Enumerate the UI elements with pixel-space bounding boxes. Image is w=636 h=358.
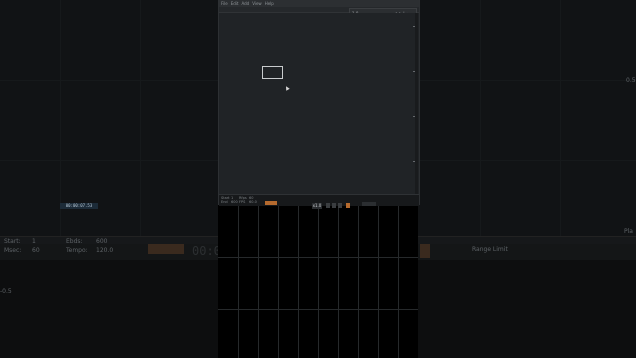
timecode-display[interactable]: 00:00:07.53 (60, 203, 98, 209)
bg-info-value: 60 (32, 247, 40, 254)
ruler-tick (413, 116, 415, 117)
background-grid-line (560, 0, 561, 236)
vertical-scrollbar[interactable] (413, 13, 418, 194)
step-forward-button[interactable] (338, 203, 342, 208)
app-window: File Edit Add View Help 1.0 < > | ◦ Star… (218, 0, 420, 206)
bg-info-label: Msec: (4, 247, 22, 254)
timeline-grid-line (238, 205, 239, 358)
stop-button[interactable] (332, 203, 336, 208)
background-range-label: Range Limit (472, 246, 508, 253)
network-editor-canvas[interactable] (220, 13, 415, 194)
play-button[interactable] (265, 201, 277, 205)
bg-info-value: 120.0 (96, 247, 114, 254)
menu-item-edit[interactable]: Edit (231, 1, 239, 6)
menu-item-help[interactable]: Help (265, 1, 274, 6)
background-axis-label: -0.5 (0, 288, 12, 295)
timeline-grid-line (258, 205, 259, 358)
background-grid-line (418, 160, 636, 161)
timeline-grid-line (318, 205, 319, 358)
timeline-grid-line (338, 205, 339, 358)
bg-info-label: Ebds: (66, 238, 83, 245)
background-grid-line (0, 160, 218, 161)
timeline-grid-line (278, 205, 279, 358)
menu-bar: File Edit Add View Help (219, 0, 419, 7)
background-grid-line (418, 80, 636, 81)
background-timecode: 00:0 (192, 244, 221, 258)
background-button (148, 244, 184, 254)
playback-rate[interactable]: x1.0 (312, 203, 322, 209)
transport-value: 60.0 (249, 200, 257, 204)
timeline-grid-line (218, 309, 418, 310)
background-button (420, 244, 430, 258)
background-grid-line (480, 0, 481, 236)
range-field[interactable] (362, 202, 376, 206)
bg-info-label: Tempo: (66, 247, 88, 254)
timeline-pane[interactable] (218, 205, 418, 358)
bg-info-value: 600 (96, 238, 108, 245)
timeline-grid-line (378, 205, 379, 358)
background-axis-label: 0.5 (626, 77, 636, 84)
background-grid-line (0, 80, 218, 81)
transport-label: End (221, 200, 228, 204)
timeline-grid-line (298, 205, 299, 358)
menu-item-file[interactable]: File (221, 1, 228, 6)
background-grid-line (140, 0, 141, 236)
background-grid-line (60, 0, 61, 236)
bg-info-label: Start: (4, 238, 21, 245)
bg-info-value: 1 (32, 238, 36, 245)
step-back-button[interactable] (326, 203, 330, 208)
ruler-tick (413, 71, 415, 72)
transport-value: 600 (231, 200, 238, 204)
ruler-tick (413, 26, 415, 27)
loop-button[interactable] (346, 203, 350, 208)
selection-rectangle[interactable] (262, 66, 283, 79)
ruler-tick (413, 161, 415, 162)
background-axis-label: Pla (624, 228, 633, 235)
timeline-grid-line (358, 205, 359, 358)
transport-label: FPS (239, 200, 246, 204)
menu-item-add[interactable]: Add (241, 1, 249, 6)
timeline-grid-line (398, 205, 399, 358)
timeline-grid-line (218, 257, 418, 258)
menu-item-view[interactable]: View (252, 1, 262, 6)
